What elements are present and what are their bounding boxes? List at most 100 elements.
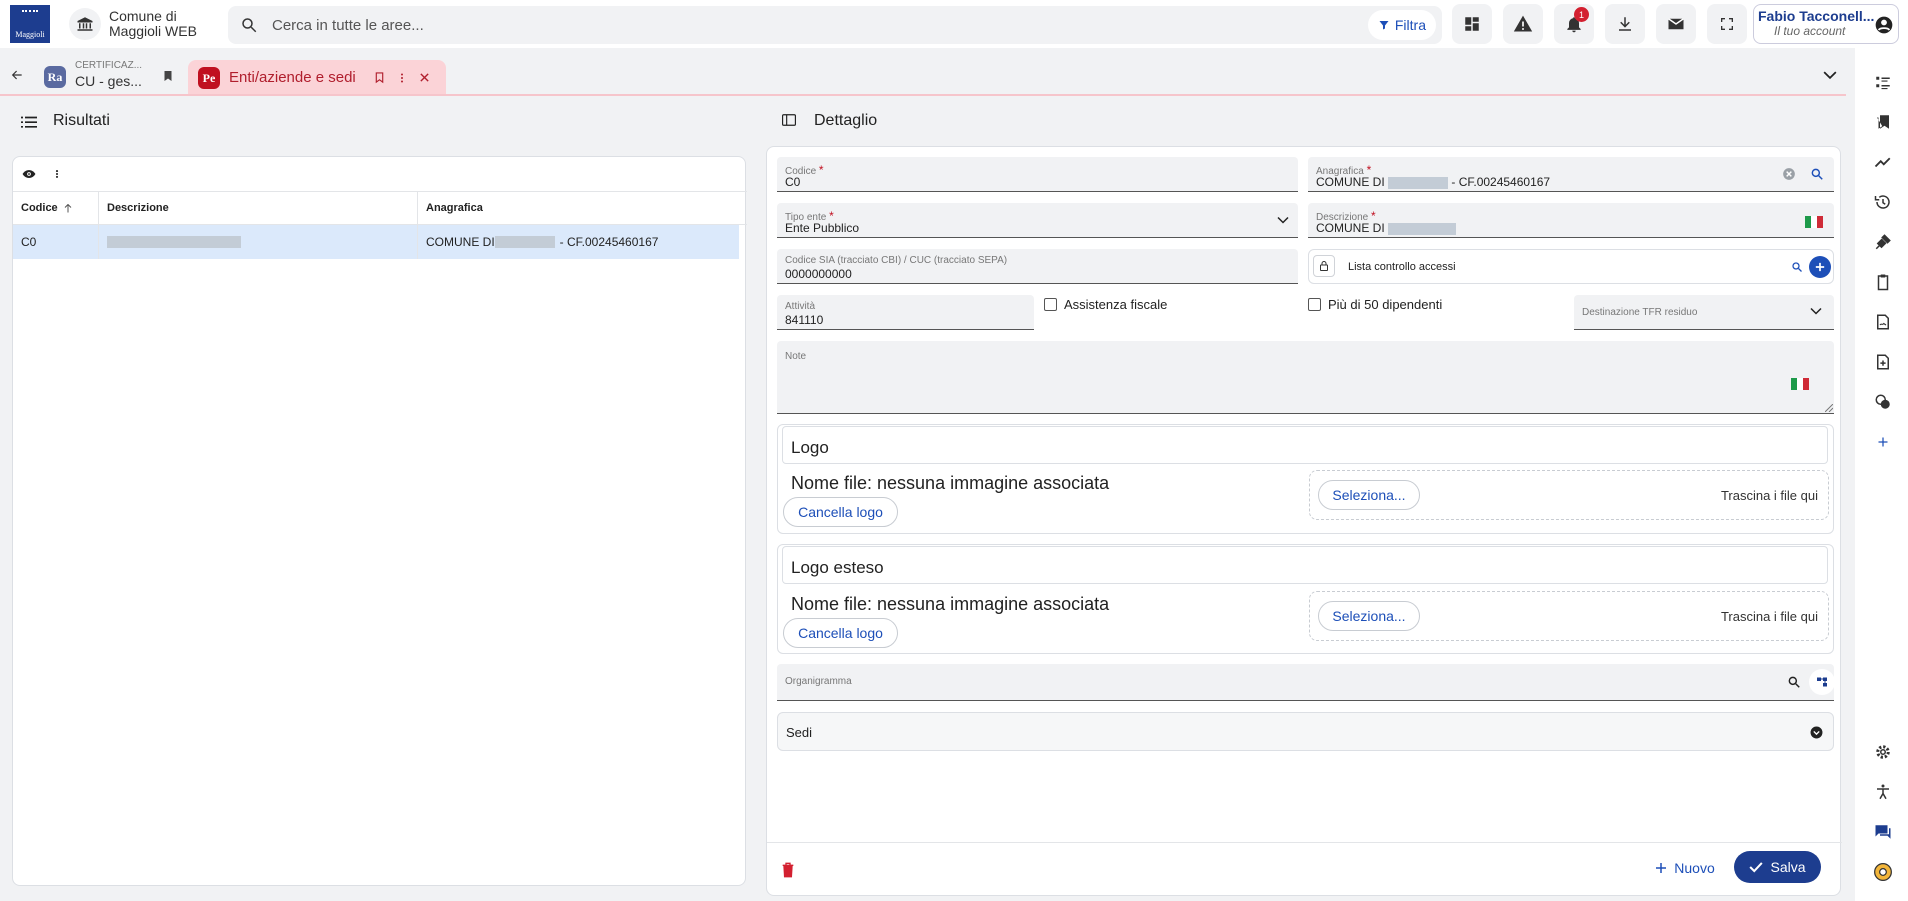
warning-button[interactable]	[1503, 4, 1543, 44]
column-label: Codice	[21, 202, 58, 214]
tabs-bar: Ra CERTIFICAZ... CU - ges... Pe Enti/azi…	[0, 52, 1855, 96]
descrizione-prefix: COMUNE DI	[1316, 221, 1385, 235]
tab-cu-gestione[interactable]: Ra CERTIFICAZ... CU - ges...	[38, 58, 184, 96]
destinazione-tfr-select[interactable]: Destinazione TFR residuo	[1574, 295, 1834, 330]
column-header-descrizione[interactable]: Descrizione	[99, 192, 418, 224]
download-button[interactable]	[1605, 4, 1645, 44]
mail-button[interactable]	[1656, 4, 1696, 44]
plus-icon[interactable]	[1873, 432, 1893, 452]
chat-icon[interactable]	[1873, 822, 1893, 842]
drop-hint: Trascina i file qui	[1720, 488, 1818, 503]
codice-sia-field[interactable]: Codice SIA (tracciato CBI) / CUC (tracci…	[777, 249, 1298, 284]
cell-descrizione	[99, 225, 418, 259]
anagrafica-suffix: - CF.00245460167	[1451, 175, 1551, 189]
seleziona-button[interactable]: Seleziona...	[1318, 480, 1420, 510]
chevron-down-icon	[1810, 307, 1822, 315]
add-button[interactable]	[1809, 256, 1831, 278]
codice-field[interactable]: Codice * C0	[777, 157, 1298, 192]
organigramma-field[interactable]: Organigramma	[777, 664, 1835, 701]
anagrafica-field[interactable]: Anagrafica * COMUNE DI - CF.00245460167	[1308, 157, 1834, 192]
home-building-icon[interactable]	[69, 8, 101, 40]
anagrafica-prefix: COMUNE DI	[1316, 175, 1385, 189]
cancella-logo-button[interactable]: Cancella logo	[783, 497, 898, 527]
back-arrow-icon[interactable]	[10, 68, 24, 82]
user-account-button[interactable]: Fabio Tacconell... Il tuo account	[1753, 4, 1899, 44]
document-sign-icon[interactable]	[1873, 312, 1893, 332]
search-icon[interactable]	[1787, 675, 1801, 689]
chevron-down-icon[interactable]	[1823, 70, 1837, 80]
app-name: Comune di Maggioli WEB	[109, 9, 197, 39]
app-name-line2: Maggioli WEB	[109, 23, 197, 39]
checklist-icon[interactable]	[1873, 72, 1893, 92]
notifications-button[interactable]: 1	[1554, 4, 1594, 44]
resize-handle-icon[interactable]	[1825, 404, 1833, 412]
dashboard-button[interactable]	[1452, 4, 1492, 44]
logo-filename: Nome file: nessuna immagine associata	[791, 473, 1110, 493]
logo-esteso-header: Logo esteso	[782, 546, 1828, 584]
check-icon	[1749, 862, 1764, 873]
lock-button[interactable]	[1313, 255, 1335, 277]
support-icon[interactable]	[1873, 862, 1893, 882]
global-search[interactable]: Cerca in tutte le aree... Filtra	[228, 6, 1442, 44]
close-icon[interactable]	[419, 72, 430, 83]
assistenza-fiscale-checkbox[interactable]	[1044, 298, 1057, 311]
logo-dropzone[interactable]: Seleziona... Trascina i file qui	[1309, 470, 1829, 520]
salva-button[interactable]: Salva	[1734, 851, 1821, 883]
search-input[interactable]: Cerca in tutte le aree...	[272, 17, 424, 34]
plug-icon[interactable]	[1873, 232, 1893, 252]
filter-label: Filtra	[1394, 17, 1426, 33]
sedi-label: Sedi	[786, 725, 813, 740]
clear-circle-icon[interactable]	[1782, 167, 1796, 181]
detail-title: Dettaglio	[814, 112, 878, 129]
piu-50-dipendenti-label: Più di 50 dipendenti	[1328, 297, 1443, 312]
bookmarks-icon[interactable]	[1873, 112, 1893, 132]
logo-esteso-dropzone[interactable]: Seleziona... Trascina i file qui	[1309, 591, 1829, 641]
filter-icon	[1379, 21, 1389, 30]
bookmark-outline-icon[interactable]	[374, 71, 385, 84]
tab-enti-aziende-sedi[interactable]: Pe Enti/aziende e sedi	[188, 60, 446, 96]
cancella-logo-esteso-button[interactable]: Cancella logo	[783, 618, 898, 648]
eye-icon[interactable]	[22, 169, 36, 179]
column-header-anagrafica[interactable]: Anagrafica	[418, 192, 747, 224]
delete-icon[interactable]	[781, 862, 795, 878]
warning-icon	[1513, 15, 1533, 32]
tipo-ente-select[interactable]: Tipo ente * Ente Pubblico	[777, 203, 1298, 238]
coins-icon[interactable]	[1873, 392, 1893, 412]
clipboard-icon[interactable]	[1873, 272, 1893, 292]
lista-controllo-accessi-field[interactable]: Lista controllo accessi	[1308, 249, 1834, 284]
seleziona-button[interactable]: Seleziona...	[1318, 601, 1420, 631]
column-header-codice[interactable]: Codice	[13, 192, 99, 224]
descrizione-field[interactable]: Descrizione * COMUNE DI	[1308, 203, 1834, 238]
org-chart-button[interactable]	[1809, 669, 1835, 695]
chevron-down-icon	[1277, 216, 1289, 224]
piu-50-dipendenti-checkbox[interactable]	[1308, 298, 1321, 311]
more-vert-icon[interactable]	[396, 71, 408, 85]
search-icon[interactable]	[1791, 261, 1803, 273]
fullscreen-button[interactable]	[1707, 4, 1747, 44]
logo-section: Logo Nome file: nessuna immagine associa…	[777, 424, 1834, 534]
italian-flag-icon[interactable]	[1791, 378, 1809, 390]
nuovo-button[interactable]: Nuovo	[1646, 853, 1724, 883]
table-row[interactable]: C0 COMUNE DI - CF.00245460167	[13, 225, 739, 259]
search-icon[interactable]	[1810, 167, 1824, 181]
side-panel-icon	[782, 114, 796, 126]
document-add-icon[interactable]	[1873, 352, 1893, 372]
expand-circle-icon	[1810, 726, 1823, 739]
results-title: Risultati	[53, 112, 110, 129]
plus-icon	[1656, 863, 1667, 873]
toggle-panel-button[interactable]	[774, 105, 804, 135]
bookmark-icon[interactable]	[162, 69, 174, 83]
history-icon[interactable]	[1873, 192, 1893, 212]
assistenza-fiscale-label: Assistenza fiscale	[1064, 297, 1168, 312]
attivita-field[interactable]: Attività 841110	[777, 295, 1034, 330]
maggioli-logo[interactable]: Maggioli	[10, 5, 50, 43]
trending-icon[interactable]	[1873, 152, 1893, 172]
accessibility-icon[interactable]	[1873, 782, 1893, 802]
filter-button[interactable]: Filtra	[1367, 10, 1436, 40]
note-textarea[interactable]: Note	[777, 341, 1834, 414]
logo-title: Logo	[791, 438, 829, 457]
more-vert-icon[interactable]	[52, 167, 62, 181]
italian-flag-icon[interactable]	[1805, 216, 1823, 228]
sedi-accordion[interactable]: Sedi	[777, 712, 1834, 751]
gear-icon[interactable]	[1873, 742, 1893, 762]
